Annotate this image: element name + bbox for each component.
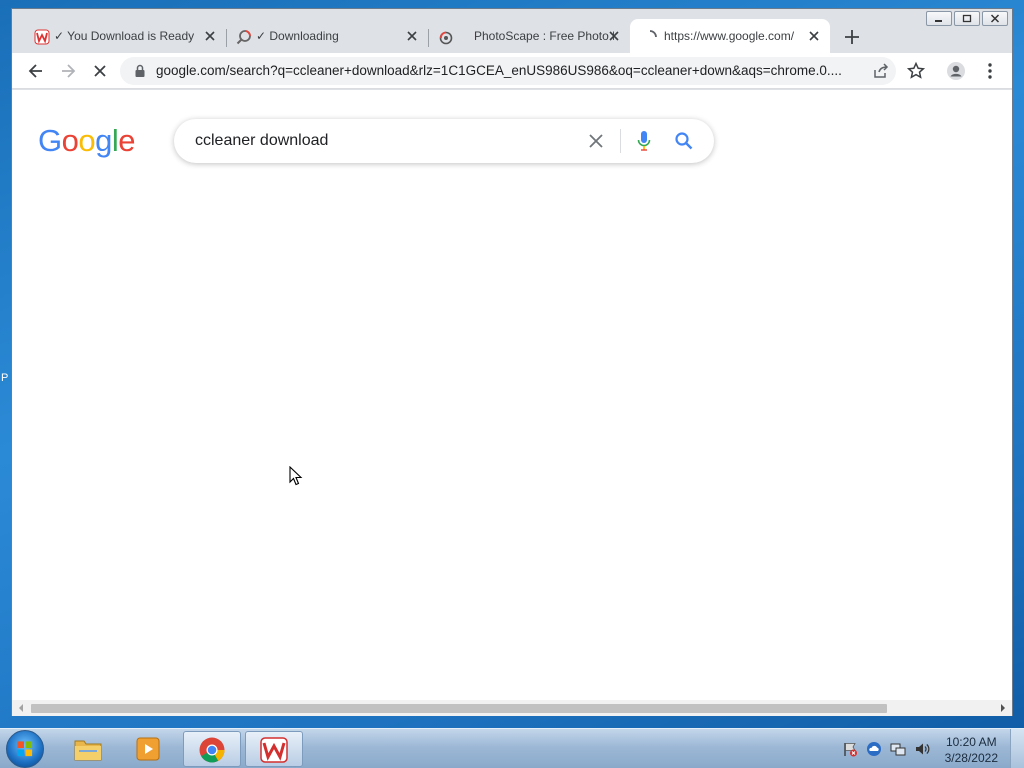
tab-google-search[interactable]: https://www.google.com/	[630, 19, 830, 53]
system-tray: 10:20 AM 3/28/2022	[834, 729, 1024, 768]
taskbar-wps-office[interactable]	[245, 731, 303, 767]
back-arrow-icon[interactable]	[26, 61, 46, 81]
search-loader-icon	[236, 30, 251, 45]
volume-icon[interactable]	[914, 741, 930, 757]
google-logo[interactable]: Google	[38, 123, 136, 159]
show-desktop-button[interactable]	[1010, 729, 1024, 768]
logo-letter: o	[78, 123, 96, 158]
search-divider	[620, 129, 621, 153]
start-button[interactable]	[6, 730, 44, 768]
logo-letter: G	[38, 123, 62, 158]
forward-arrow-icon[interactable]	[58, 61, 78, 81]
page-viewport: Google ccleaner download	[12, 90, 1012, 716]
photoscape-icon	[439, 31, 453, 45]
tab-close-icon[interactable]	[607, 29, 621, 43]
search-input[interactable]: ccleaner download	[195, 132, 328, 150]
clock-date: 3/28/2022	[944, 751, 998, 765]
scroll-left-arrow-icon[interactable]	[16, 703, 26, 713]
network-icon[interactable]	[890, 741, 906, 757]
address-bar[interactable]: google.com/search?q=ccleaner+download&rl…	[120, 57, 896, 85]
chrome-window: ✓ You Download is Ready ✓ Downloading Ph…	[11, 8, 1013, 716]
loading-spinner-icon	[649, 30, 657, 38]
media-player-icon	[136, 737, 160, 761]
windows-logo-icon	[17, 741, 33, 757]
microphone-icon[interactable]	[636, 130, 652, 152]
tab-title: ✓ You Download is Ready	[54, 29, 195, 43]
bookmark-star-icon[interactable]	[906, 61, 926, 81]
clock-time: 10:20 AM	[945, 735, 997, 749]
wps-office-icon	[260, 737, 288, 763]
taskbar-media-player[interactable]	[120, 731, 178, 767]
share-icon[interactable]	[872, 62, 890, 80]
profile-avatar-icon[interactable]	[946, 61, 966, 81]
logo-letter: o	[61, 123, 79, 158]
address-url[interactable]: google.com/search?q=ccleaner+download&rl…	[156, 63, 866, 78]
stop-loading-icon[interactable]	[90, 61, 110, 81]
tab-title: PhotoScape : Free Photo E	[474, 29, 614, 43]
tab-close-icon[interactable]	[807, 29, 821, 43]
folder-icon	[74, 740, 102, 761]
action-center-flag-icon[interactable]	[842, 741, 858, 757]
desktop-edge-text: P	[1, 372, 9, 384]
logo-letter: g	[95, 123, 112, 158]
taskbar-explorer[interactable]	[60, 731, 118, 767]
chrome-icon	[199, 737, 225, 763]
scrollbar-thumb[interactable]	[31, 704, 887, 713]
browser-toolbar: google.com/search?q=ccleaner+download&rl…	[12, 53, 1012, 89]
search-icon[interactable]	[674, 131, 694, 151]
scroll-right-arrow-icon[interactable]	[998, 703, 1008, 713]
mouse-pointer-icon	[289, 466, 303, 486]
clear-icon[interactable]	[586, 131, 606, 151]
tab-title: https://www.google.com/	[664, 29, 795, 43]
search-box[interactable]: ccleaner download	[174, 119, 714, 163]
menu-kebab-icon[interactable]	[980, 61, 1000, 81]
logo-letter: e	[118, 123, 136, 158]
horizontal-scrollbar[interactable]	[12, 700, 1012, 716]
taskbar-chrome[interactable]	[183, 731, 241, 767]
lock-icon	[135, 64, 145, 77]
cloud-sync-icon[interactable]	[866, 741, 882, 757]
new-tab-icon[interactable]	[841, 26, 863, 48]
clock[interactable]: 10:20 AM 3/28/2022	[945, 734, 998, 766]
taskbar: 10:20 AM 3/28/2022	[0, 728, 1024, 768]
tab-download-ready[interactable]: ✓ You Download is Ready	[12, 19, 226, 53]
tab-title: ✓ Downloading	[256, 29, 339, 43]
tab-strip: ✓ You Download is Ready ✓ Downloading Ph…	[12, 19, 1012, 53]
tab-downloading[interactable]: ✓ Downloading	[214, 19, 428, 53]
tab-photoscape[interactable]: PhotoScape : Free Photo E	[416, 19, 630, 53]
wps-icon	[34, 29, 50, 45]
